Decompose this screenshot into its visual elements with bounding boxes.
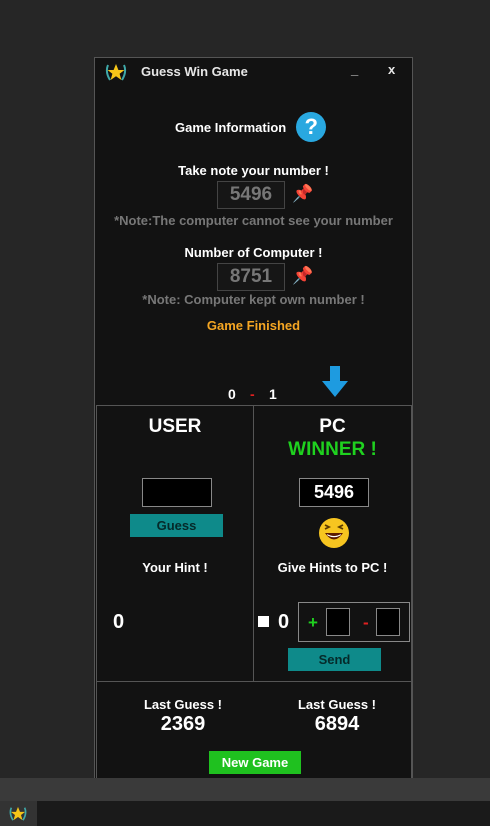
user-number-label: Take note your number !: [178, 163, 329, 178]
window-title: Guess Win Game: [141, 64, 248, 79]
title-bar[interactable]: Guess Win Game _ x: [95, 58, 412, 86]
game-info-row: Game Information ?: [175, 112, 327, 142]
pc-score: 1: [269, 386, 277, 402]
taskbar-app-button[interactable]: [0, 801, 37, 826]
game-info-label: Game Information: [175, 119, 287, 135]
pc-guess-display: 5496: [299, 478, 369, 507]
user-score: 0: [228, 386, 236, 402]
score-separator: -: [250, 386, 255, 402]
hint-input-group: + -: [298, 602, 410, 642]
minus-hint-input[interactable]: [376, 608, 400, 636]
pushpin-icon[interactable]: 📌: [292, 184, 313, 204]
user-panel-title: USER: [148, 416, 202, 437]
plus-label: +: [308, 613, 318, 632]
user-panel: USER Guess Your Hint ! 0: [96, 405, 254, 682]
game-status: Game Finished: [206, 318, 301, 333]
user-number-display: 5496: [217, 181, 285, 209]
minus-label: -: [363, 613, 369, 632]
computer-number-display: 8751: [217, 263, 285, 291]
pc-hint-value: 0: [278, 611, 290, 633]
taskbar-strip: [0, 778, 490, 801]
game-window: Guess Win Game _ x Game Information ? Ta…: [94, 57, 413, 794]
plus-hint-input[interactable]: [326, 608, 350, 636]
pc-panel: PC WINNER ! 5496 Give Hints to PC ! 0 + …: [253, 405, 412, 682]
minimize-button[interactable]: _: [351, 62, 358, 77]
down-arrow-icon: [322, 366, 348, 397]
user-last-guess-value: 2369: [160, 713, 206, 735]
laughing-face-icon: [319, 518, 349, 548]
user-guess-input[interactable]: [142, 478, 212, 507]
new-game-button[interactable]: New Game: [209, 751, 301, 774]
your-hint-label: Your Hint !: [142, 560, 208, 575]
computer-number-label: Number of Computer !: [184, 245, 323, 260]
user-last-guess-label: Last Guess !: [143, 697, 223, 712]
your-hint-value: 0: [113, 611, 125, 633]
computer-number-note: *Note: Computer kept own number !: [142, 292, 365, 307]
taskbar: [0, 801, 490, 826]
pushpin-icon[interactable]: 📌: [292, 266, 313, 286]
hint-checkbox[interactable]: [258, 616, 269, 627]
guess-button[interactable]: Guess: [130, 514, 223, 537]
question-mark-icon[interactable]: ?: [296, 112, 327, 142]
send-button[interactable]: Send: [288, 648, 381, 671]
close-button[interactable]: x: [388, 62, 395, 77]
pc-last-guess-label: Last Guess !: [297, 697, 377, 712]
laurel-star-icon: [9, 806, 27, 821]
winner-label: WINNER !: [288, 439, 377, 460]
user-number-note: *Note:The computer cannot see your numbe…: [114, 213, 393, 228]
give-hints-label: Give Hints to PC !: [277, 560, 388, 575]
pc-panel-title: PC: [319, 416, 346, 437]
pc-last-guess-value: 6894: [314, 713, 360, 735]
laurel-star-icon: [105, 64, 127, 81]
